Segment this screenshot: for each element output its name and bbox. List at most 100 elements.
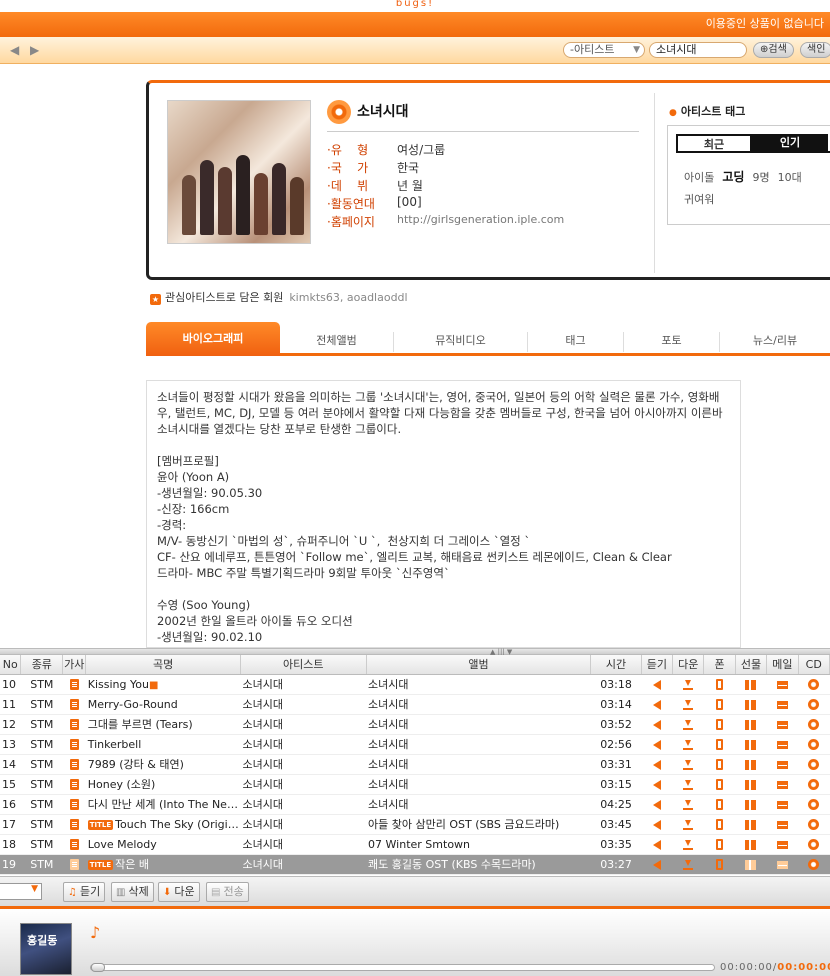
track-artist[interactable]: 소녀시대 (240, 754, 367, 775)
cd-cell[interactable] (798, 714, 830, 735)
speaker-icon[interactable] (652, 759, 661, 770)
table-row[interactable]: 12 STM 그대를 부르면 (Tears) 소녀시대 소녀시대 03:52 (0, 714, 830, 735)
progress-knob[interactable] (91, 963, 105, 972)
lyrics-cell[interactable] (62, 854, 86, 875)
cd-icon[interactable] (808, 859, 820, 870)
download-button[interactable]: ⬇ 다운 (158, 882, 200, 902)
track-title[interactable]: Tinkerbell (88, 738, 142, 751)
tag-link[interactable]: 고딩 (722, 170, 744, 184)
table-row[interactable]: 19 STM TITLE 작은 배 소녀시대 쾌도 홍길동 OST (KBS 수목드라마)… (0, 854, 830, 875)
forward-arrow-icon[interactable]: ▶ (30, 43, 39, 57)
play-cell[interactable] (641, 814, 673, 835)
track-artist[interactable]: 소녀시대 (240, 674, 367, 695)
gift-icon[interactable] (745, 859, 757, 870)
cd-cell[interactable] (798, 694, 830, 715)
column-header[interactable]: 선물 (735, 655, 768, 675)
download-cell[interactable] (672, 694, 704, 715)
track-title-cell[interactable]: Honey (소원) (85, 774, 241, 795)
cd-cell[interactable] (798, 774, 830, 795)
table-row[interactable]: 10 STM Kissing You■ 소녀시대 소녀시대 03:18 (0, 674, 830, 695)
track-artist[interactable]: 소녀시대 (240, 714, 367, 735)
phone-icon[interactable] (716, 819, 724, 830)
gift-icon[interactable] (745, 839, 757, 850)
mail-icon[interactable] (776, 740, 788, 749)
lyrics-cell[interactable] (62, 714, 86, 735)
phone-cell[interactable] (703, 734, 736, 755)
phone-cell[interactable] (703, 774, 736, 795)
track-title-cell[interactable]: Love Melody (85, 834, 241, 855)
play-cell[interactable] (641, 734, 673, 755)
download-cell[interactable] (672, 774, 704, 795)
play-cell[interactable] (641, 774, 673, 795)
track-title-cell[interactable]: TITLE 작은 배 (85, 854, 241, 875)
table-row[interactable]: 13 STM Tinkerbell 소녀시대 소녀시대 02:56 (0, 734, 830, 755)
download-cell[interactable] (672, 854, 704, 875)
download-icon[interactable] (683, 839, 694, 850)
mail-cell[interactable] (766, 794, 799, 815)
listen-button[interactable]: ♫ 듣기 (63, 882, 106, 902)
gift-icon[interactable] (745, 719, 757, 730)
lyrics-cell[interactable] (62, 774, 86, 795)
lyrics-icon[interactable] (69, 819, 79, 830)
tag-link[interactable]: 9명 (752, 171, 769, 184)
phone-icon[interactable] (716, 719, 724, 730)
music-video-icon[interactable]: ■ (149, 680, 158, 691)
mail-icon[interactable] (776, 720, 788, 729)
phone-icon[interactable] (716, 799, 724, 810)
cd-icon[interactable] (808, 819, 820, 830)
tag-link[interactable]: 귀여워 (684, 193, 714, 206)
track-title-cell[interactable]: Merry-Go-Round (85, 694, 241, 715)
track-album[interactable]: 07 Winter Smtown (366, 834, 591, 855)
tab-news-reviews[interactable]: 뉴스/리뷰 (720, 332, 830, 352)
cd-cell[interactable] (798, 854, 830, 875)
phone-icon[interactable] (716, 739, 724, 750)
gift-cell[interactable] (735, 694, 767, 715)
lyrics-icon[interactable] (69, 719, 79, 730)
gift-cell[interactable] (735, 814, 767, 835)
play-cell[interactable] (641, 674, 673, 695)
track-title-cell[interactable]: 7989 (강타 & 태연) (85, 754, 241, 775)
mail-cell[interactable] (766, 834, 799, 855)
lyrics-cell[interactable] (62, 834, 86, 855)
send-button[interactable]: ▤ 전송 (206, 882, 249, 902)
track-artist[interactable]: 소녀시대 (240, 854, 367, 875)
phone-cell[interactable] (703, 674, 736, 695)
track-title-cell[interactable]: 다시 만난 세계 (Into The New World) (85, 794, 241, 815)
speaker-icon[interactable] (652, 839, 661, 850)
download-icon[interactable] (683, 799, 694, 810)
column-header[interactable]: 듣기 (641, 655, 674, 675)
column-header[interactable]: 아티스트 (240, 655, 367, 675)
track-title[interactable]: 그대를 부르면 (Tears) (88, 718, 193, 731)
track-title[interactable]: 작은 배 (115, 858, 149, 871)
track-title[interactable]: Love Melody (88, 838, 157, 851)
download-icon[interactable] (683, 859, 694, 870)
tab-recent-tags[interactable]: 최근 (676, 134, 752, 152)
search-button[interactable]: ⊕검색 (753, 42, 794, 58)
gift-icon[interactable] (745, 739, 757, 750)
lyrics-icon[interactable] (69, 839, 79, 850)
tab-tags[interactable]: 태그 (528, 332, 624, 352)
column-header[interactable]: 앨범 (366, 655, 592, 675)
cd-icon[interactable] (808, 759, 820, 770)
phone-cell[interactable] (703, 714, 736, 735)
download-icon[interactable] (683, 759, 694, 770)
cd-icon[interactable] (808, 699, 820, 710)
download-cell[interactable] (672, 714, 704, 735)
gift-icon[interactable] (745, 819, 757, 830)
speaker-icon[interactable] (652, 739, 661, 750)
lyrics-cell[interactable] (62, 734, 86, 755)
download-cell[interactable] (672, 814, 704, 835)
mail-icon[interactable] (776, 860, 788, 869)
phone-cell[interactable] (703, 794, 736, 815)
gift-cell[interactable] (735, 674, 767, 695)
phone-icon[interactable] (716, 759, 724, 770)
mail-cell[interactable] (766, 814, 799, 835)
gift-cell[interactable] (735, 754, 767, 775)
gift-cell[interactable] (735, 714, 767, 735)
cd-cell[interactable] (798, 814, 830, 835)
tab-biography[interactable]: 바이오그래피 (146, 322, 280, 356)
column-header[interactable]: 메일 (766, 655, 799, 675)
column-header[interactable]: CD (798, 655, 830, 675)
gift-cell[interactable] (735, 734, 767, 755)
cd-icon[interactable] (808, 779, 820, 790)
